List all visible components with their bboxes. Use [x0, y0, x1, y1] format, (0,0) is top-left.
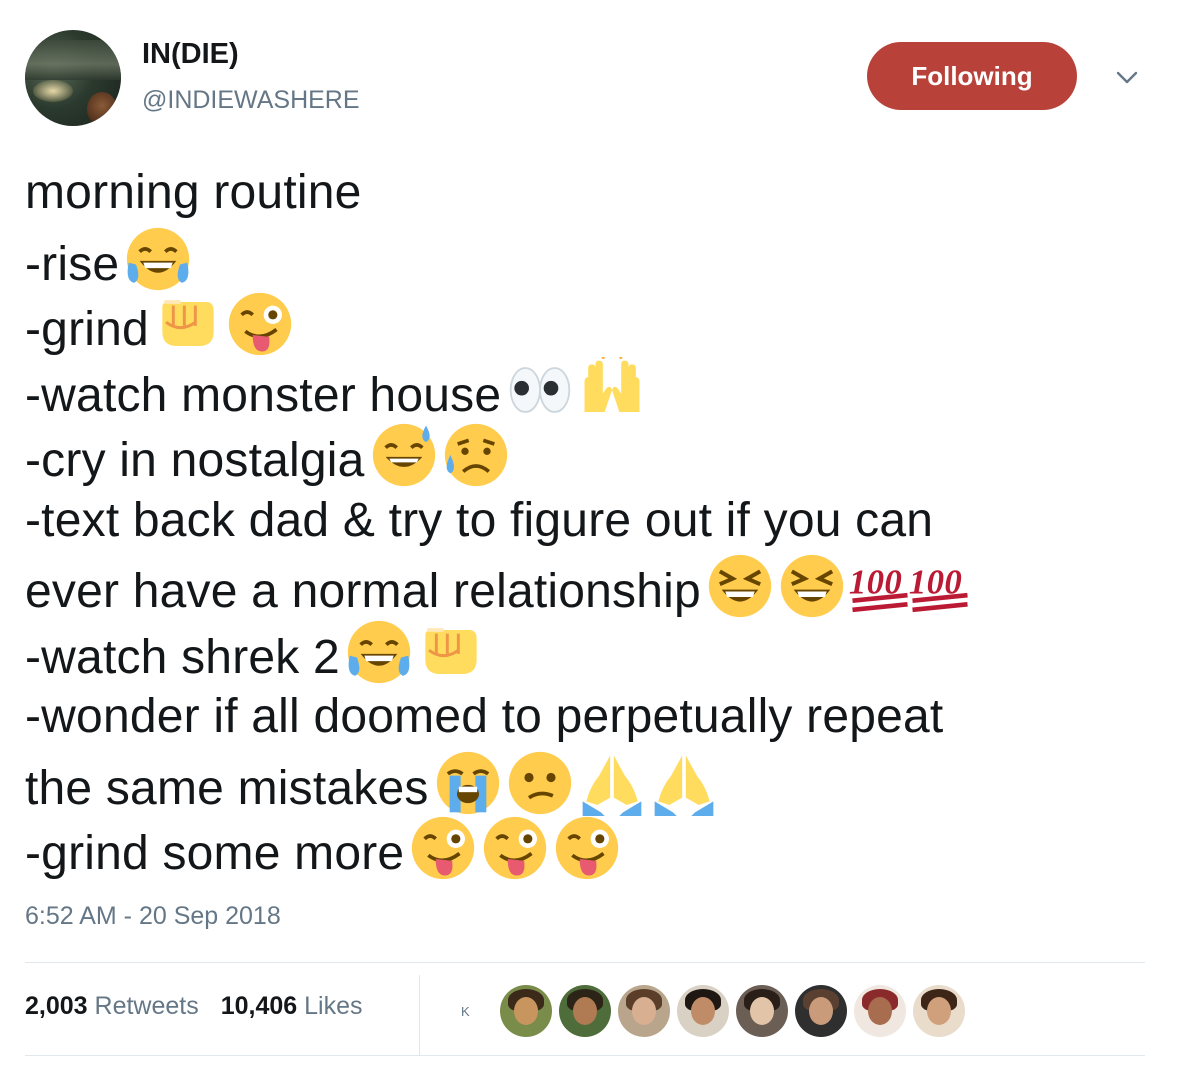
divider: [25, 1055, 1145, 1056]
folded-hands-emoji-icon: [579, 750, 645, 816]
avatar-light: [33, 80, 73, 102]
tweet-line-text: the same mistakes: [25, 761, 429, 815]
sweat-smile-emoji-icon: [371, 422, 437, 488]
wink-tongue-emoji-icon: [482, 815, 548, 881]
likes-label: Likes: [304, 992, 363, 1020]
tweet-line: ever have a normal relationship 100 100: [25, 553, 1155, 619]
tears-of-joy-emoji-icon: [346, 619, 412, 685]
liker-avatar[interactable]: [618, 985, 670, 1037]
likes-stat[interactable]: 10,406 Likes: [221, 992, 363, 1020]
loud-crying-emoji-icon: [435, 750, 501, 816]
liker-avatar[interactable]: [854, 985, 906, 1037]
liker-avatar[interactable]: [913, 985, 965, 1037]
retweets-count: 2,003: [25, 992, 88, 1020]
retweets-stat[interactable]: 2,003 Retweets: [25, 992, 199, 1020]
liker-avatar[interactable]: [736, 985, 788, 1037]
chevron-down-icon[interactable]: [1112, 62, 1142, 92]
hundred-emoji-icon: 100: [907, 553, 968, 619]
tweet-line-text: -watch monster house: [25, 368, 502, 422]
liker-marker: K: [461, 1004, 470, 1019]
tweet-line-text: -cry in nostalgia: [25, 434, 365, 487]
tweet-line: -watch shrek 2: [25, 619, 1155, 685]
tweet-line: -cry in nostalgia: [25, 422, 1155, 488]
tweet-line-text: -grind: [25, 303, 149, 356]
tweet-line-text: -text back dad & try to figure out if yo…: [25, 493, 934, 547]
liker-avatar[interactable]: [559, 985, 611, 1037]
tweet-line: morning routine: [25, 160, 1155, 226]
liker-avatar[interactable]: [795, 985, 847, 1037]
tweet-line: -rise: [25, 226, 1155, 292]
avatar-face: [87, 92, 117, 126]
divider: [25, 962, 1145, 963]
tweet-timestamp[interactable]: 6:52 AM - 20 Sep 2018: [25, 902, 281, 931]
tweet-line-text: morning routine: [25, 166, 362, 219]
wink-tongue-emoji-icon: [554, 815, 620, 881]
eyes-emoji-icon: [507, 357, 573, 423]
hundred-emoji-icon: 100: [847, 553, 908, 619]
liker-avatar[interactable]: [500, 985, 552, 1037]
tweet-line: -watch monster house: [25, 356, 1155, 423]
tweet-stats: 2,003 Retweets 10,406 Likes: [25, 992, 385, 1021]
fist-emoji-icon: [418, 619, 484, 685]
tears-of-joy-emoji-icon: [125, 226, 191, 292]
tweet-line-text: -watch shrek 2: [25, 630, 340, 684]
laughing-emoji-icon: [779, 553, 845, 619]
liker-avatars: [500, 985, 972, 1037]
tweet-line: the same mistakes: [25, 750, 1155, 816]
tweet-line: -grind: [25, 291, 1155, 357]
avatar-background: [25, 40, 121, 80]
tweet-line-text: -rise: [25, 237, 120, 291]
wink-tongue-emoji-icon: [410, 815, 476, 881]
following-button[interactable]: Following: [867, 42, 1077, 110]
stats-divider: [419, 975, 420, 1055]
wink-tongue-emoji-icon: [227, 291, 293, 357]
likes-count: 10,406: [220, 992, 298, 1020]
author-display-name[interactable]: IN(DIE): [142, 38, 239, 71]
tweet-line-text: -grind some more: [25, 827, 405, 880]
folded-hands-emoji-icon: [651, 750, 717, 816]
confused-emoji-icon: [507, 750, 573, 816]
raised-hands-emoji-icon: [579, 356, 645, 423]
author-avatar[interactable]: [25, 30, 121, 126]
liker-avatar[interactable]: [677, 985, 729, 1037]
tweet-line-text: ever have a normal relationship: [25, 565, 701, 618]
fist-emoji-icon: [155, 291, 221, 357]
laughing-emoji-icon: [707, 553, 773, 619]
sad-sweat-emoji-icon: [443, 422, 509, 488]
tweet-line-text: -wonder if all doomed to perpetually rep…: [25, 690, 944, 743]
retweets-label: Retweets: [94, 992, 199, 1020]
tweet-line: -text back dad & try to figure out if yo…: [25, 488, 1155, 554]
tweet-text: morning routine -rise -grind -watch monster…: [25, 160, 1155, 881]
tweet-line: -wonder if all doomed to perpetually rep…: [25, 684, 1155, 750]
author-handle[interactable]: @INDIEWASHERE: [142, 86, 360, 115]
tweet-line: -grind some more: [25, 815, 1155, 881]
